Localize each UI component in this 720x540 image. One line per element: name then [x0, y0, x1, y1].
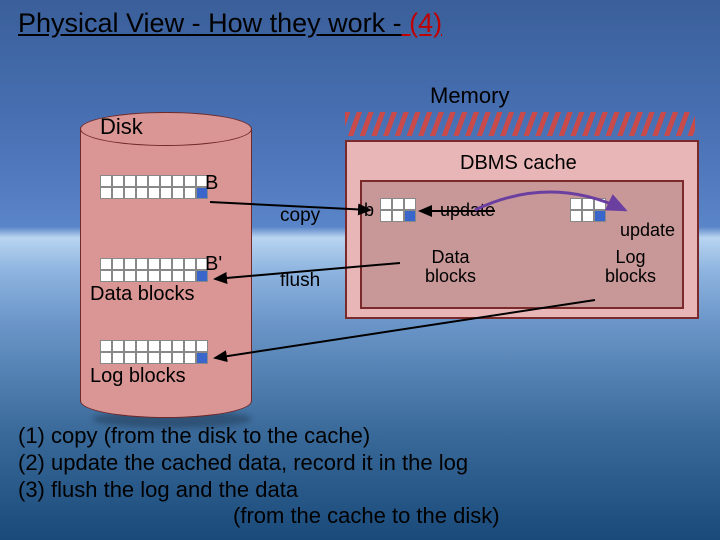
step-3: (3) flush the log and the data — [18, 477, 500, 504]
disk-log-block — [100, 340, 208, 364]
arrow-copy — [210, 190, 380, 225]
disk-block-Bprime — [100, 258, 208, 282]
step-2: (2) update the cached data, record it in… — [18, 450, 500, 477]
cache-data-block — [380, 198, 416, 222]
disk-datablocks-label: Data blocks — [90, 283, 195, 306]
memory-label: Memory — [430, 83, 509, 109]
step-1: (1) copy (from the disk to the cache) — [18, 423, 500, 450]
step-3b: (from the cache to the disk) — [233, 503, 500, 530]
arrow-update-curve — [470, 182, 640, 227]
cache-datablocks-label: Datablocks — [425, 248, 476, 286]
cache-logblocks-label: Logblocks — [605, 248, 656, 286]
slide-title: Physical View - How they work - (4) — [18, 8, 442, 39]
arrow-flush-log — [210, 300, 610, 375]
disk-label: Disk — [100, 114, 143, 140]
title-part2: - How they work - — [184, 8, 402, 38]
steps-list: (1) copy (from the disk to the cache) (2… — [18, 423, 500, 530]
dbms-cache-label: DBMS cache — [460, 152, 577, 175]
memory-hatched-top — [345, 112, 695, 136]
title-part1: Physical View — [18, 8, 184, 38]
disk-block-B — [100, 175, 208, 199]
arrow-flush-data — [210, 255, 410, 300]
title-part3: (4) — [402, 8, 443, 38]
disk-logblocks-label: Log blocks — [90, 365, 186, 388]
